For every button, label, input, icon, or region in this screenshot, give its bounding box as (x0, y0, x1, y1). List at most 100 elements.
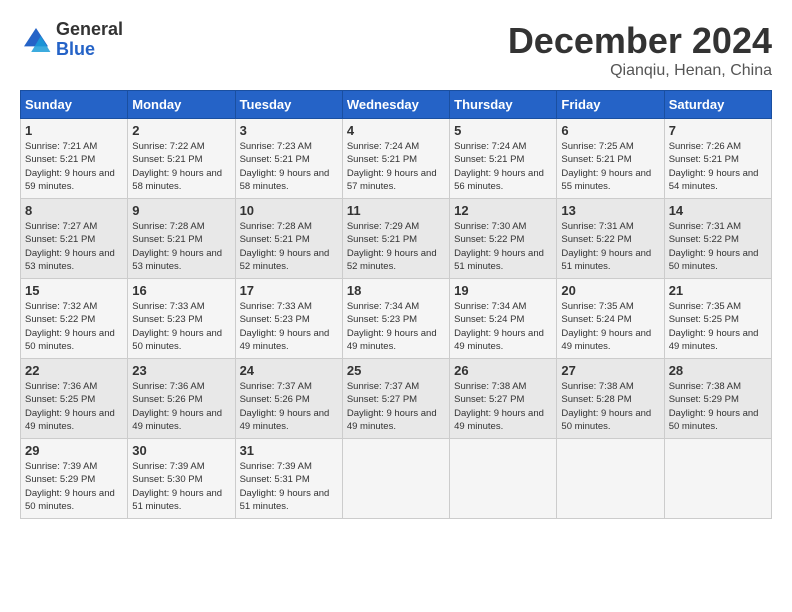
day-number: 15 (25, 283, 123, 298)
day-info: Sunrise: 7:39 AMSunset: 5:29 PMDaylight:… (25, 460, 123, 513)
day-number: 11 (347, 203, 445, 218)
month-title: December 2024 (508, 20, 772, 62)
day-info: Sunrise: 7:21 AMSunset: 5:21 PMDaylight:… (25, 140, 123, 193)
day-number: 12 (454, 203, 552, 218)
logo-text: General Blue (56, 20, 123, 60)
day-info: Sunrise: 7:35 AMSunset: 5:24 PMDaylight:… (561, 300, 659, 353)
calendar-cell: 21 Sunrise: 7:35 AMSunset: 5:25 PMDaylig… (664, 279, 771, 359)
day-number: 16 (132, 283, 230, 298)
day-number: 18 (347, 283, 445, 298)
day-number: 26 (454, 363, 552, 378)
calendar-cell (557, 439, 664, 519)
day-info: Sunrise: 7:22 AMSunset: 5:21 PMDaylight:… (132, 140, 230, 193)
week-row-5: 29 Sunrise: 7:39 AMSunset: 5:29 PMDaylig… (21, 439, 772, 519)
day-number: 17 (240, 283, 338, 298)
day-info: Sunrise: 7:39 AMSunset: 5:30 PMDaylight:… (132, 460, 230, 513)
day-number: 6 (561, 123, 659, 138)
calendar-body: 1 Sunrise: 7:21 AMSunset: 5:21 PMDayligh… (21, 119, 772, 519)
week-row-1: 1 Sunrise: 7:21 AMSunset: 5:21 PMDayligh… (21, 119, 772, 199)
day-number: 25 (347, 363, 445, 378)
calendar-cell: 29 Sunrise: 7:39 AMSunset: 5:29 PMDaylig… (21, 439, 128, 519)
day-info: Sunrise: 7:30 AMSunset: 5:22 PMDaylight:… (454, 220, 552, 273)
day-info: Sunrise: 7:31 AMSunset: 5:22 PMDaylight:… (669, 220, 767, 273)
day-info: Sunrise: 7:32 AMSunset: 5:22 PMDaylight:… (25, 300, 123, 353)
calendar-cell: 24 Sunrise: 7:37 AMSunset: 5:26 PMDaylig… (235, 359, 342, 439)
calendar-cell: 6 Sunrise: 7:25 AMSunset: 5:21 PMDayligh… (557, 119, 664, 199)
calendar-cell: 19 Sunrise: 7:34 AMSunset: 5:24 PMDaylig… (450, 279, 557, 359)
calendar-cell: 8 Sunrise: 7:27 AMSunset: 5:21 PMDayligh… (21, 199, 128, 279)
title-area: December 2024 Qianqiu, Henan, China (508, 20, 772, 80)
day-info: Sunrise: 7:28 AMSunset: 5:21 PMDaylight:… (132, 220, 230, 273)
calendar-cell: 28 Sunrise: 7:38 AMSunset: 5:29 PMDaylig… (664, 359, 771, 439)
calendar-cell: 2 Sunrise: 7:22 AMSunset: 5:21 PMDayligh… (128, 119, 235, 199)
day-number: 1 (25, 123, 123, 138)
day-number: 24 (240, 363, 338, 378)
header: General Blue December 2024 Qianqiu, Hena… (20, 20, 772, 80)
header-day-monday: Monday (128, 91, 235, 119)
day-number: 28 (669, 363, 767, 378)
day-info: Sunrise: 7:24 AMSunset: 5:21 PMDaylight:… (454, 140, 552, 193)
day-info: Sunrise: 7:39 AMSunset: 5:31 PMDaylight:… (240, 460, 338, 513)
calendar-cell: 7 Sunrise: 7:26 AMSunset: 5:21 PMDayligh… (664, 119, 771, 199)
day-info: Sunrise: 7:28 AMSunset: 5:21 PMDaylight:… (240, 220, 338, 273)
week-row-3: 15 Sunrise: 7:32 AMSunset: 5:22 PMDaylig… (21, 279, 772, 359)
logo: General Blue (20, 20, 123, 60)
location: Qianqiu, Henan, China (508, 62, 772, 80)
day-number: 3 (240, 123, 338, 138)
day-info: Sunrise: 7:33 AMSunset: 5:23 PMDaylight:… (132, 300, 230, 353)
header-day-thursday: Thursday (450, 91, 557, 119)
day-info: Sunrise: 7:26 AMSunset: 5:21 PMDaylight:… (669, 140, 767, 193)
calendar-cell: 1 Sunrise: 7:21 AMSunset: 5:21 PMDayligh… (21, 119, 128, 199)
calendar-cell: 3 Sunrise: 7:23 AMSunset: 5:21 PMDayligh… (235, 119, 342, 199)
day-number: 22 (25, 363, 123, 378)
header-day-saturday: Saturday (664, 91, 771, 119)
header-day-tuesday: Tuesday (235, 91, 342, 119)
day-number: 7 (669, 123, 767, 138)
day-info: Sunrise: 7:38 AMSunset: 5:29 PMDaylight:… (669, 380, 767, 433)
day-info: Sunrise: 7:37 AMSunset: 5:26 PMDaylight:… (240, 380, 338, 433)
day-info: Sunrise: 7:24 AMSunset: 5:21 PMDaylight:… (347, 140, 445, 193)
calendar-cell: 16 Sunrise: 7:33 AMSunset: 5:23 PMDaylig… (128, 279, 235, 359)
day-number: 14 (669, 203, 767, 218)
calendar-cell: 31 Sunrise: 7:39 AMSunset: 5:31 PMDaylig… (235, 439, 342, 519)
calendar-cell: 30 Sunrise: 7:39 AMSunset: 5:30 PMDaylig… (128, 439, 235, 519)
week-row-4: 22 Sunrise: 7:36 AMSunset: 5:25 PMDaylig… (21, 359, 772, 439)
header-day-friday: Friday (557, 91, 664, 119)
calendar-cell: 26 Sunrise: 7:38 AMSunset: 5:27 PMDaylig… (450, 359, 557, 439)
calendar-cell: 23 Sunrise: 7:36 AMSunset: 5:26 PMDaylig… (128, 359, 235, 439)
calendar-cell: 18 Sunrise: 7:34 AMSunset: 5:23 PMDaylig… (342, 279, 449, 359)
day-info: Sunrise: 7:31 AMSunset: 5:22 PMDaylight:… (561, 220, 659, 273)
day-info: Sunrise: 7:37 AMSunset: 5:27 PMDaylight:… (347, 380, 445, 433)
calendar-cell: 11 Sunrise: 7:29 AMSunset: 5:21 PMDaylig… (342, 199, 449, 279)
calendar-cell: 4 Sunrise: 7:24 AMSunset: 5:21 PMDayligh… (342, 119, 449, 199)
calendar-cell: 14 Sunrise: 7:31 AMSunset: 5:22 PMDaylig… (664, 199, 771, 279)
week-row-2: 8 Sunrise: 7:27 AMSunset: 5:21 PMDayligh… (21, 199, 772, 279)
calendar-header: SundayMondayTuesdayWednesdayThursdayFrid… (21, 91, 772, 119)
calendar-cell: 12 Sunrise: 7:30 AMSunset: 5:22 PMDaylig… (450, 199, 557, 279)
day-number: 9 (132, 203, 230, 218)
day-info: Sunrise: 7:36 AMSunset: 5:26 PMDaylight:… (132, 380, 230, 433)
day-info: Sunrise: 7:36 AMSunset: 5:25 PMDaylight:… (25, 380, 123, 433)
day-info: Sunrise: 7:34 AMSunset: 5:23 PMDaylight:… (347, 300, 445, 353)
calendar-cell: 10 Sunrise: 7:28 AMSunset: 5:21 PMDaylig… (235, 199, 342, 279)
calendar-cell: 9 Sunrise: 7:28 AMSunset: 5:21 PMDayligh… (128, 199, 235, 279)
calendar-cell: 5 Sunrise: 7:24 AMSunset: 5:21 PMDayligh… (450, 119, 557, 199)
calendar-cell (450, 439, 557, 519)
day-number: 21 (669, 283, 767, 298)
day-number: 30 (132, 443, 230, 458)
day-number: 23 (132, 363, 230, 378)
day-info: Sunrise: 7:38 AMSunset: 5:28 PMDaylight:… (561, 380, 659, 433)
day-number: 5 (454, 123, 552, 138)
day-info: Sunrise: 7:38 AMSunset: 5:27 PMDaylight:… (454, 380, 552, 433)
header-day-sunday: Sunday (21, 91, 128, 119)
calendar-table: SundayMondayTuesdayWednesdayThursdayFrid… (20, 90, 772, 519)
day-number: 8 (25, 203, 123, 218)
day-number: 29 (25, 443, 123, 458)
day-number: 27 (561, 363, 659, 378)
day-info: Sunrise: 7:33 AMSunset: 5:23 PMDaylight:… (240, 300, 338, 353)
day-info: Sunrise: 7:34 AMSunset: 5:24 PMDaylight:… (454, 300, 552, 353)
logo-icon (20, 24, 52, 56)
calendar-cell: 20 Sunrise: 7:35 AMSunset: 5:24 PMDaylig… (557, 279, 664, 359)
day-info: Sunrise: 7:25 AMSunset: 5:21 PMDaylight:… (561, 140, 659, 193)
day-info: Sunrise: 7:23 AMSunset: 5:21 PMDaylight:… (240, 140, 338, 193)
